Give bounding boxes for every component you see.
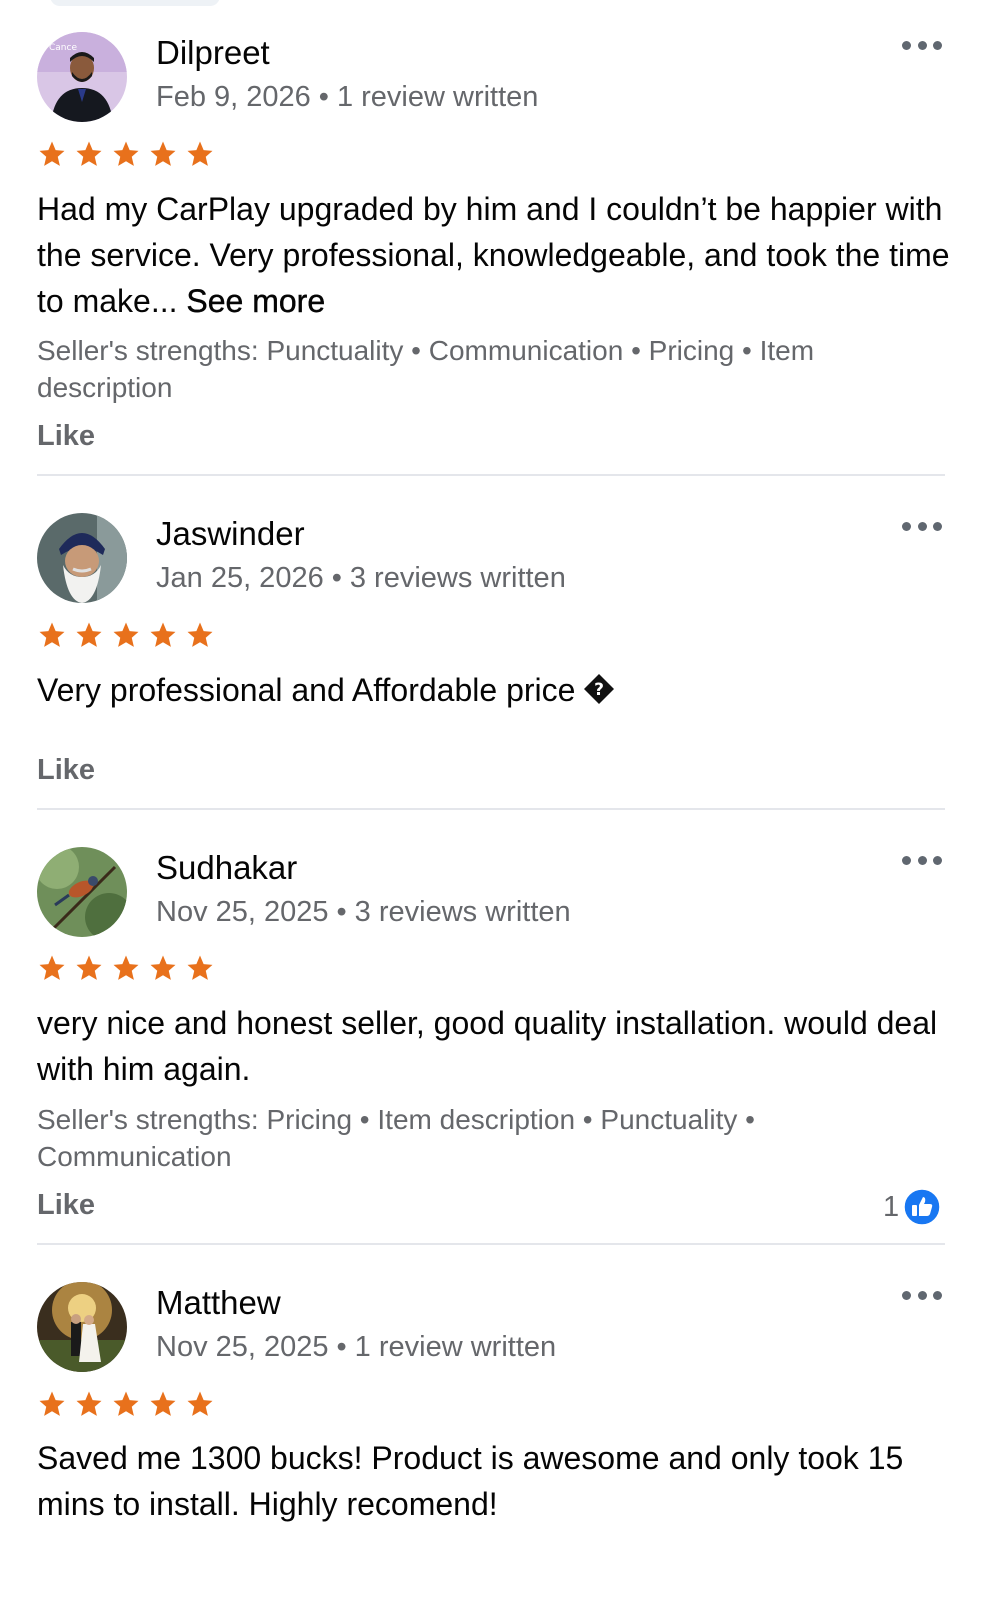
reaction-summary[interactable]: 1	[883, 1188, 941, 1226]
like-count: 1	[883, 1190, 900, 1223]
star-icon	[76, 622, 102, 647]
avatar[interactable]	[37, 513, 127, 603]
review-date: Nov 25, 2025	[156, 896, 329, 928]
review-text: Very professional and Affordable price?	[37, 667, 957, 717]
star-icon	[113, 1391, 139, 1416]
svg-text:?: ?	[594, 680, 604, 700]
see-more-link[interactable]: See more	[186, 283, 325, 319]
review-body: Had my CarPlay upgraded by him and I cou…	[37, 191, 950, 319]
reviews-written-count[interactable]: 3 reviews written	[350, 562, 566, 594]
star-rating	[37, 139, 215, 169]
reviewer-name[interactable]: Sudhakar	[156, 848, 297, 888]
star-icon	[187, 1391, 213, 1416]
star-icon	[39, 955, 65, 980]
review-date: Nov 25, 2025	[156, 1331, 329, 1363]
star-rating	[37, 1389, 215, 1419]
more-options-icon[interactable]	[902, 519, 942, 533]
review-date: Jan 25, 2026	[156, 562, 324, 594]
review-text: Had my CarPlay upgraded by him and I cou…	[37, 186, 957, 324]
star-icon	[150, 1391, 176, 1416]
star-icon	[113, 141, 139, 166]
meta-separator: •	[336, 896, 347, 928]
review-meta: Jan 25, 2026 • 3 reviews written	[156, 560, 566, 596]
star-icon	[187, 622, 213, 647]
more-options-icon[interactable]	[902, 1288, 942, 1302]
meta-separator: •	[331, 562, 342, 594]
seller-strengths: Seller's strengths: Pricing • Item descr…	[37, 1104, 755, 1172]
reviews-written-count[interactable]: 3 reviews written	[355, 896, 571, 928]
like-button[interactable]: Like	[37, 420, 95, 453]
star-icon	[113, 622, 139, 647]
review-text: Saved me 1300 bucks! Product is awesome …	[37, 1440, 904, 1522]
review-meta: Feb 9, 2026 • 1 review written	[156, 79, 538, 115]
meta-separator: •	[336, 1331, 347, 1363]
seller-strengths: Seller's strengths: Punctuality • Commun…	[37, 335, 815, 403]
divider	[37, 808, 945, 810]
star-icon	[150, 622, 176, 647]
star-icon	[187, 141, 213, 166]
review-date: Feb 9, 2026	[156, 81, 311, 113]
review-meta: Nov 25, 2025 • 1 review written	[156, 1329, 556, 1365]
thumbs-up-icon	[903, 1188, 941, 1226]
star-icon	[39, 1391, 65, 1416]
more-options-icon[interactable]	[902, 853, 942, 867]
reviewer-name[interactable]: Matthew	[156, 1283, 281, 1323]
like-button[interactable]: Like	[37, 1189, 95, 1222]
star-icon	[150, 141, 176, 166]
star-icon	[76, 141, 102, 166]
meta-separator: •	[318, 81, 329, 113]
svg-text:Cance: Cance	[49, 43, 77, 53]
avatar[interactable]	[37, 1282, 127, 1372]
star-icon	[39, 141, 65, 166]
star-icon	[76, 955, 102, 980]
reviewer-name[interactable]: Jaswinder	[156, 514, 305, 554]
star-rating	[37, 953, 215, 983]
top-filter-pill[interactable]	[50, 0, 220, 6]
like-button[interactable]: Like	[37, 754, 95, 787]
star-icon	[76, 1391, 102, 1416]
divider	[37, 1243, 945, 1245]
star-icon	[113, 955, 139, 980]
divider	[37, 474, 945, 476]
avatar[interactable]: Cance	[37, 32, 127, 122]
avatar[interactable]	[37, 847, 127, 937]
reviews-written-count[interactable]: 1 review written	[355, 1331, 556, 1363]
star-icon	[187, 955, 213, 980]
review-text: very nice and honest seller, good qualit…	[37, 1005, 938, 1087]
replacement-character-icon: ?	[583, 671, 615, 717]
star-icon	[39, 622, 65, 647]
reviews-written-count[interactable]: 1 review written	[337, 81, 538, 113]
star-rating	[37, 620, 215, 650]
more-options-icon[interactable]	[902, 38, 942, 52]
review-body: Very professional and Affordable price	[37, 672, 576, 708]
star-icon	[150, 955, 176, 980]
reviewer-name[interactable]: Dilpreet	[156, 33, 270, 73]
review-meta: Nov 25, 2025 • 3 reviews written	[156, 894, 571, 930]
